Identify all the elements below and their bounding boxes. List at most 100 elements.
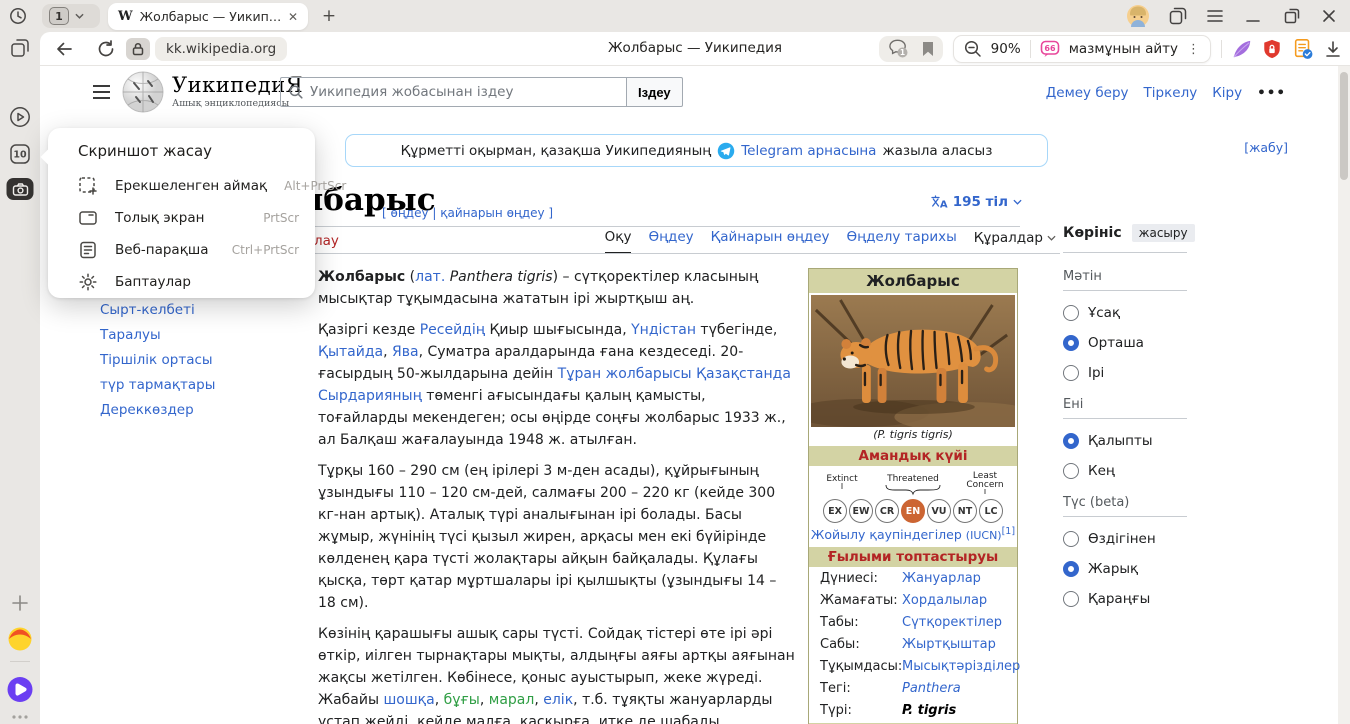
ssl-lock-icon[interactable] [126,38,150,60]
status-link[interactable]: Жойылу қаупіндегілер [811,527,962,542]
address-bar[interactable]: kk.wikipedia.org [126,37,287,61]
taxonomy-value[interactable]: Сүтқоректілер [902,615,1002,630]
close-window-button[interactable] [1322,9,1336,23]
radio-selected[interactable] [1063,561,1079,577]
menu-item-full-screen[interactable]: Толық экран PrtScr [48,202,315,234]
wiki-search-box[interactable] [280,77,626,107]
wiki-link[interactable]: Қазақстанда [696,366,791,382]
appearance-option[interactable]: Қараңғы [1063,591,1187,607]
tiger-image[interactable] [811,295,1015,427]
tab-counter[interactable]: 1 [42,4,100,28]
menu-item-web-page[interactable]: Веб-парақша Ctrl+PrtScr [48,234,315,266]
appearance-option[interactable]: Жарық [1063,561,1187,577]
wiki-link[interactable]: Үндістан [631,322,696,338]
register-link[interactable]: Тіркелу [1144,85,1198,101]
appearance-option[interactable]: Өздігінен [1063,531,1187,547]
adblock-shield-icon[interactable] [1262,38,1282,60]
appearance-option[interactable]: Ірі [1063,365,1187,381]
translate-doc-icon[interactable] [1292,38,1314,60]
taxonomy-value[interactable]: Мысықтәрізділер [902,659,1020,674]
yandex-pen-extension-icon[interactable] [1232,39,1252,59]
login-link[interactable]: Кіру [1212,85,1242,101]
language-selector[interactable]: A 195 тіл [931,194,1022,210]
add-panel-icon[interactable] [11,594,29,612]
zoom-out-icon[interactable] [964,40,982,58]
toc-item[interactable]: түр тармақтары [100,377,290,393]
media-play-icon[interactable] [9,106,31,128]
more-tools-icon[interactable]: ⋮ [1187,42,1200,57]
toc-item[interactable]: Таралуы [100,327,290,343]
appearance-option[interactable]: Кең [1063,463,1187,479]
menu-item-area-screenshot[interactable]: Ерекшеленген аймақ Alt+PrtScr [48,170,315,202]
radio-unselected[interactable] [1063,531,1079,547]
wiki-link[interactable]: елік [543,692,573,708]
title-edit-links[interactable]: [ өңдеу | қайнарын өңдеу ] [382,206,553,220]
wiki-link[interactable]: шошқа [383,692,434,708]
tab-stack-badge[interactable]: 10 [9,143,31,165]
rail-more-icon[interactable] [11,714,29,720]
screenshot-tool-icon[interactable] [7,178,34,200]
article-tab-4[interactable]: Құралдар [974,229,1056,254]
search-input[interactable] [310,84,618,100]
bookmark-icon[interactable] [922,41,934,57]
status-ref[interactable]: [1] [1002,526,1015,537]
wiki-link[interactable]: лат. [415,269,445,285]
scrollbar-thumb[interactable] [1340,72,1348,180]
profile-avatar[interactable] [1127,5,1149,27]
radio-unselected[interactable] [1063,591,1079,607]
search-button[interactable]: Іздеу [626,77,683,107]
article-tab-2[interactable]: Қайнарын өңдеу [711,229,830,254]
article-tab-3[interactable]: Өңделу тарихы [847,229,957,254]
wiki-link[interactable]: Ресейдің [420,322,485,338]
wiki-green-link[interactable]: марал [489,692,535,708]
taxonomy-value[interactable]: Жыртқыштар [902,637,996,652]
wiki-green-link[interactable]: бұғы [444,692,480,708]
back-button[interactable] [55,40,73,58]
radio-unselected[interactable] [1063,305,1079,321]
collections-icon[interactable] [10,38,30,58]
toc-item[interactable]: Дереккөздер [100,402,290,418]
radio-selected[interactable] [1063,335,1079,351]
radio-unselected[interactable] [1063,463,1079,479]
donate-link[interactable]: Демеу беру [1046,85,1129,101]
read-aloud-icon[interactable]: 66 [1040,40,1060,58]
wiki-link[interactable]: Қытайда [318,344,383,360]
browser-tab[interactable]: W Жолбарыс — Уикипед ✕ [108,3,308,30]
side-panels-icon[interactable] [1169,7,1187,25]
appearance-option[interactable]: Ұсақ [1063,305,1187,321]
read-aloud-label[interactable]: мазмұнын айту [1069,41,1178,57]
user-menu-dots[interactable]: ••• [1257,85,1286,101]
toc-item[interactable]: Тіршілік ортасы [100,352,290,368]
radio-selected[interactable] [1063,433,1079,449]
appearance-option[interactable]: Орташа [1063,335,1187,351]
radio-unselected[interactable] [1063,365,1079,381]
article-tab-1[interactable]: Өңдеу [648,229,693,254]
taxonomy-value[interactable]: Panthera [902,681,961,696]
download-icon[interactable] [1324,40,1342,58]
banner-close-link[interactable]: [жабу] [1244,140,1288,155]
wiki-menu-icon[interactable] [93,85,110,99]
reload-button[interactable] [97,40,115,58]
yandex-mail-icon[interactable] [7,626,33,652]
appearance-option[interactable]: Қалыпты [1063,433,1187,449]
toc-item[interactable]: Сырт-келбеті [100,302,290,318]
menu-icon[interactable] [1207,9,1223,23]
taxonomy-value[interactable]: Жануарлар [902,571,981,586]
telegram-channel-link[interactable]: Telegram арнасына [741,143,876,159]
close-tab-icon[interactable]: ✕ [288,10,298,24]
taxonomy-value[interactable]: Хордалылар [902,593,987,608]
article-tab-0[interactable]: Оқу [605,229,632,254]
wiki-link[interactable]: Тұран жолбарысы [558,366,692,382]
wiki-link[interactable]: Сырдарияның [318,388,422,404]
url-domain[interactable]: kk.wikipedia.org [155,37,287,61]
alice-assistant-icon[interactable] [7,676,34,703]
menu-item-settings[interactable]: Баптаулар [48,266,315,298]
new-tab-button[interactable]: + [318,5,340,27]
page-scrollbar[interactable] [1338,66,1350,724]
wikipedia-logo[interactable] [120,69,166,115]
wiki-link[interactable]: Ява [392,344,419,360]
comments-icon[interactable]: 1 [888,39,910,59]
appearance-hide-button[interactable]: жасыру [1132,224,1195,242]
history-clock-icon[interactable] [9,7,27,25]
minimize-button[interactable] [1246,8,1260,24]
